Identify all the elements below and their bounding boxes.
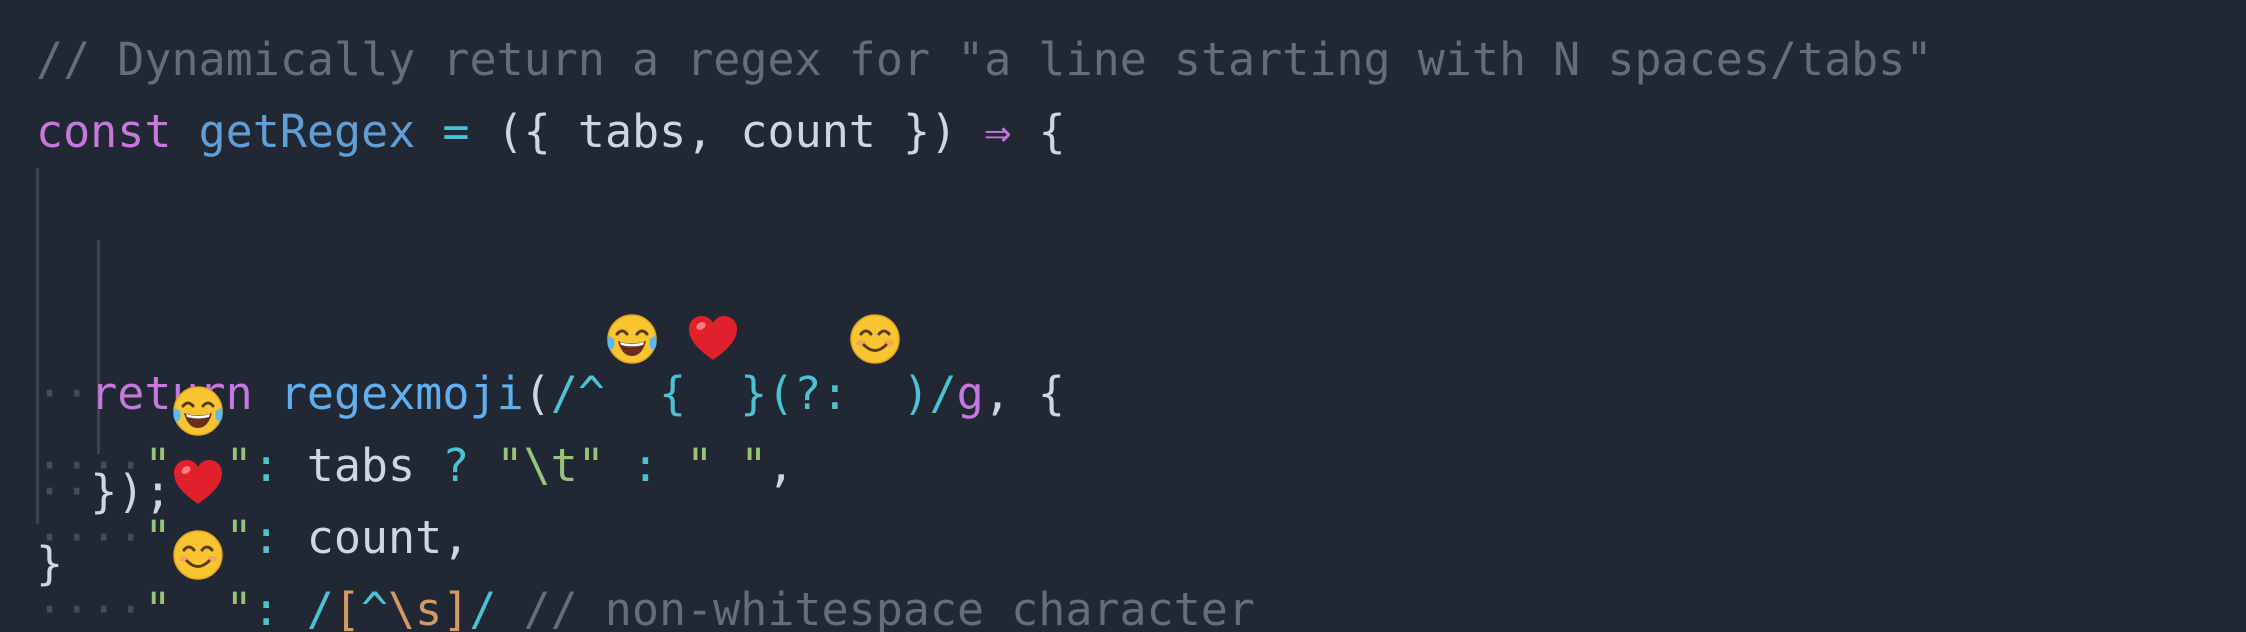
smile-emoji [848,168,902,364]
code-line[interactable]: ····" ": tabs ? "\t" : " ", [36,240,1932,492]
code-line[interactable]: ····" ": count, [36,312,1932,564]
token-def: getRegex [198,105,416,158]
token-plain: }); [90,465,172,518]
joy-emoji [171,240,225,436]
token-arrow: ⇒ [984,105,1012,158]
token-op: = [442,105,470,158]
code-line[interactable]: ··}); [36,456,1932,528]
code-line[interactable]: } [36,528,1932,600]
joy-emoji [605,168,659,364]
whitespace-marker: ·· [36,465,91,518]
code-editor[interactable]: // Dynamically return a regex for "a lin… [0,0,2246,632]
smile-emoji [171,384,225,580]
code-line[interactable]: const getRegex = ({ tabs, count }) ⇒ { [36,96,1932,168]
token-plain: { [1011,105,1066,158]
token-plain: } [36,537,64,590]
token-plain: ({ tabs, count }) [469,105,985,158]
token-keyword: const [36,105,172,158]
code-line[interactable]: ····" ": /[^\s]/ // non-whitespace chara… [36,384,1932,632]
code-line[interactable]: // Dynamically return a regex for "a lin… [36,24,1932,96]
token-comment: // Dynamically return a regex for "a lin… [36,33,1933,86]
code-line[interactable]: ··return regexmoji(/^ { }(?: )/g, { [36,168,1932,420]
heart-emoji [171,312,225,504]
heart-emoji [686,168,740,360]
code-area[interactable]: // Dynamically return a regex for "a lin… [36,24,1932,632]
